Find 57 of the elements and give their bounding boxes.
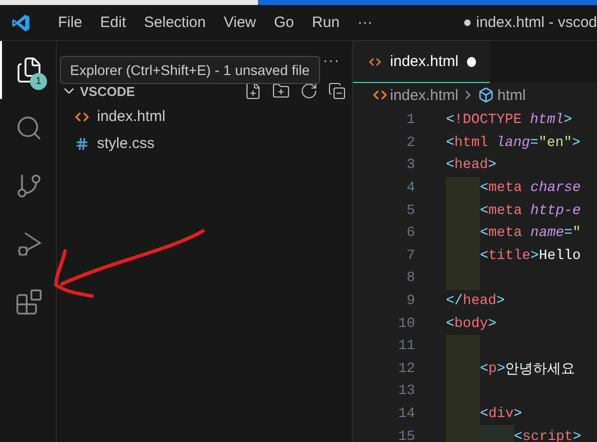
line-number: 2 [406,134,416,151]
branch-icon [15,172,43,200]
window-title: ● index.html - vscod [462,14,597,31]
menu-item[interactable]: Selection [135,14,215,31]
line-number: 3 [406,157,416,174]
menu-item[interactable]: Go [265,14,304,31]
line-number: 6 [406,225,416,242]
new-file-icon[interactable] [244,82,262,100]
code-line: <meta http-e [480,202,581,221]
menu-item[interactable]: File [49,14,92,31]
breadcrumb-item[interactable]: index.html [390,86,458,104]
blocks-icon [15,288,43,316]
activity-bar-button[interactable]: 1 [0,41,56,99]
line-number: 15 [397,428,416,442]
menu-item[interactable]: ··· [348,14,382,31]
line-number: 14 [397,406,416,422]
code-line: <!DOCTYPE html> [446,111,572,130]
search-icon [15,114,43,142]
code-line: <title>Hello [480,246,581,266]
line-number: 9 [406,293,416,310]
play-bug-icon [15,230,43,258]
files-icon [15,56,43,84]
cube-icon [478,87,494,103]
menu-item[interactable]: Edit [91,14,136,31]
code-line: <meta name=" [480,224,581,244]
code-line: <html lang="en"> [446,134,580,153]
line-number: 11 [397,338,416,354]
line-number: 7 [406,248,416,264]
tooltip: Explorer (Ctrl+Shift+E) - 1 unsaved file [60,56,320,84]
code-line: <head> [446,156,496,176]
code-line: <div> [480,405,522,424]
line-number: 4 [406,180,416,196]
code-brackets-icon [373,88,387,102]
line-number: 1 [406,112,416,128]
line-number: 12 [397,360,416,377]
file-name[interactable]: style.css [97,135,155,152]
line-number: 13 [397,383,416,400]
more-actions-button[interactable]: ··· [323,52,340,68]
new-folder-icon[interactable] [272,82,290,100]
breadcrumb-item[interactable]: html [497,86,526,104]
refresh-icon[interactable] [300,82,318,100]
line-number: 10 [397,316,416,332]
hash-icon [75,136,89,150]
app-logo-icon [11,12,31,32]
menu-item[interactable]: View [214,14,265,31]
code-line: <body> [446,314,496,334]
editor-tab[interactable]: index.html [353,41,490,83]
menu-item[interactable]: Run [303,14,349,31]
code-line: </head> [446,292,505,312]
count-badge: 1 [30,73,47,90]
code-line: <p>안녕하세요 [480,360,576,380]
code-line: <meta charse [480,179,581,198]
line-number: 8 [406,270,416,286]
file-name[interactable]: index.html [97,108,166,125]
collapse-all-icon[interactable] [328,82,346,100]
line-number: 5 [406,202,416,219]
code-brackets-icon [75,110,89,124]
